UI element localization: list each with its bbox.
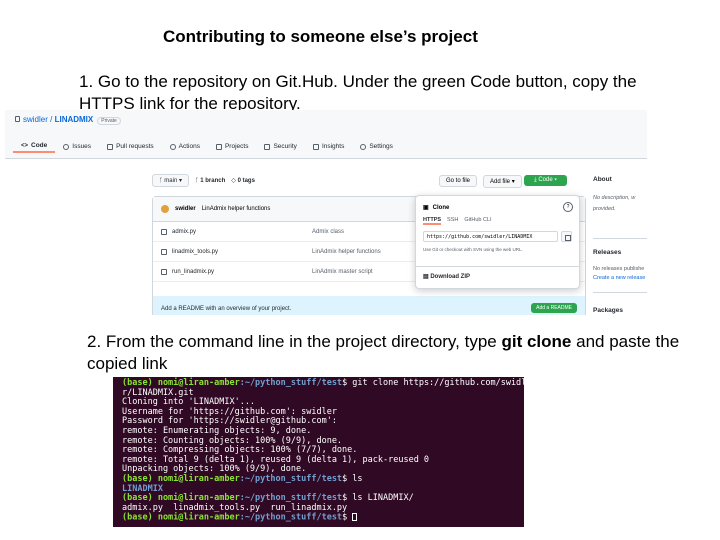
- file-commit-message[interactable]: LinAdmix master script: [312, 269, 373, 275]
- commit-author[interactable]: swidler: [175, 206, 196, 212]
- chevron-down-icon: ▾: [178, 178, 182, 184]
- packages-heading[interactable]: Packages: [593, 307, 623, 314]
- graph-icon: [312, 143, 319, 150]
- shield-icon: [264, 143, 271, 150]
- avatar[interactable]: [161, 205, 169, 213]
- tab-settings[interactable]: Settings: [352, 140, 401, 153]
- readme-prompt-text: Add a README with an overview of your pr…: [161, 305, 292, 312]
- slide-title: Contributing to someone else’s project: [163, 27, 478, 46]
- go-to-file-button[interactable]: Go to file: [439, 175, 478, 187]
- terminal-cursor: [352, 513, 358, 522]
- tab-pull-requests[interactable]: Pull requests: [99, 140, 162, 153]
- file-icon: [161, 248, 167, 255]
- file-name[interactable]: linadmix_tools.py: [172, 249, 312, 255]
- private-badge: Private: [97, 117, 121, 125]
- repo-icon: [15, 116, 20, 122]
- tab-github-cli[interactable]: GitHub CLI: [464, 217, 491, 225]
- code-button[interactable]: ⤓ Code ▾: [524, 175, 567, 186]
- tab-ssh[interactable]: SSH: [447, 217, 458, 225]
- file-name[interactable]: run_linadmix.py: [172, 269, 312, 275]
- about-text: No description, w: [593, 195, 636, 201]
- repo-owner[interactable]: swidler: [23, 115, 48, 124]
- branch-select[interactable]: ᚴ main ▾: [152, 174, 189, 187]
- tab-insights[interactable]: Insights: [305, 140, 352, 153]
- tab-https[interactable]: HTTPS: [423, 217, 442, 225]
- step-one-text: 1. Go to the repository on Git.Hub. Unde…: [79, 72, 637, 113]
- issue-icon: [63, 143, 70, 150]
- clone-title: ▣ Clone: [423, 204, 450, 212]
- about-text-2: provided.: [593, 206, 616, 212]
- branches-link[interactable]: ᚴ 1 branch: [195, 178, 225, 184]
- add-readme-button[interactable]: Add a README: [531, 303, 577, 313]
- tab-actions[interactable]: Actions: [162, 140, 208, 153]
- terminal-line: (base) nomi@liran-amber:~/python_stuff/t…: [122, 513, 524, 523]
- terminal-output: (base) nomi@liran-amber:~/python_stuff/t…: [113, 377, 524, 523]
- divider: [593, 292, 647, 293]
- readme-prompt: Add a README with an overview of your pr…: [153, 296, 585, 315]
- gear-icon: [360, 143, 367, 150]
- copy-icon: [565, 235, 571, 241]
- clone-tabs: HTTPS SSH GitHub CLI: [423, 217, 492, 225]
- clone-dropdown: ▣ Clone ? HTTPS SSH GitHub CLI https://gi…: [415, 195, 580, 289]
- repo-header: swidler / LINADMIX Private <> Code Issues …: [5, 110, 647, 159]
- releases-text: No releases publishe: [593, 266, 645, 272]
- chevron-down-icon: ▾: [554, 177, 557, 183]
- repo-name[interactable]: LINADMIX: [55, 115, 94, 124]
- terminal-icon: ▣: [423, 205, 429, 211]
- download-zip-link[interactable]: ▤ Download ZIP: [416, 266, 579, 286]
- file-icon: [161, 268, 167, 275]
- tab-issues[interactable]: Issues: [55, 140, 99, 153]
- copy-button[interactable]: [561, 231, 572, 242]
- commit-message[interactable]: LinAdmix helper functions: [202, 206, 271, 212]
- branch-bar: ᚴ main ▾ ᚴ 1 branch ◇ 0 tags: [152, 174, 255, 187]
- clone-hint: Use Git or checkout with SVN using the w…: [423, 247, 523, 252]
- chevron-down-icon: ▾: [511, 179, 515, 185]
- github-repo-screenshot: swidler / LINADMIX Private <> Code Issues …: [5, 110, 647, 315]
- terminal-line: (base) nomi@liran-amber:~/python_stuff/t…: [122, 473, 363, 484]
- file-commit-message[interactable]: Admix class: [312, 229, 344, 235]
- tab-security[interactable]: Security: [256, 140, 304, 153]
- repo-title[interactable]: swidler / LINADMIX Private: [15, 115, 121, 125]
- table-icon: [215, 143, 222, 150]
- git-clone-command: git clone: [501, 332, 572, 351]
- repo-tabs: <> Code Issues Pull requests Actions Proj…: [13, 140, 401, 153]
- play-icon: [169, 143, 176, 150]
- file-commit-message[interactable]: LinAdmix helper functions: [312, 249, 381, 255]
- add-file-button[interactable]: Add file ▾: [483, 175, 522, 188]
- create-release-link[interactable]: Create a new release: [593, 275, 645, 281]
- pull-request-icon: [107, 143, 114, 150]
- file-name[interactable]: admix.py: [172, 229, 312, 235]
- step-two-text: 2. From the command line in the project …: [87, 332, 680, 373]
- tab-code[interactable]: <> Code: [13, 140, 56, 153]
- code-icon: <>: [21, 142, 29, 149]
- divider: [593, 238, 647, 239]
- help-icon[interactable]: ?: [563, 202, 573, 212]
- about-heading: About: [593, 176, 612, 183]
- tab-projects[interactable]: Projects: [208, 140, 256, 153]
- tags-link[interactable]: ◇ 0 tags: [231, 177, 255, 184]
- terminal-window[interactable]: (base) nomi@liran-amber:~/python_stuff/t…: [113, 377, 524, 527]
- file-icon: [161, 228, 167, 235]
- clone-url-input[interactable]: https://github.com/swidler/LINADMIX: [423, 231, 558, 242]
- releases-heading[interactable]: Releases: [593, 249, 621, 256]
